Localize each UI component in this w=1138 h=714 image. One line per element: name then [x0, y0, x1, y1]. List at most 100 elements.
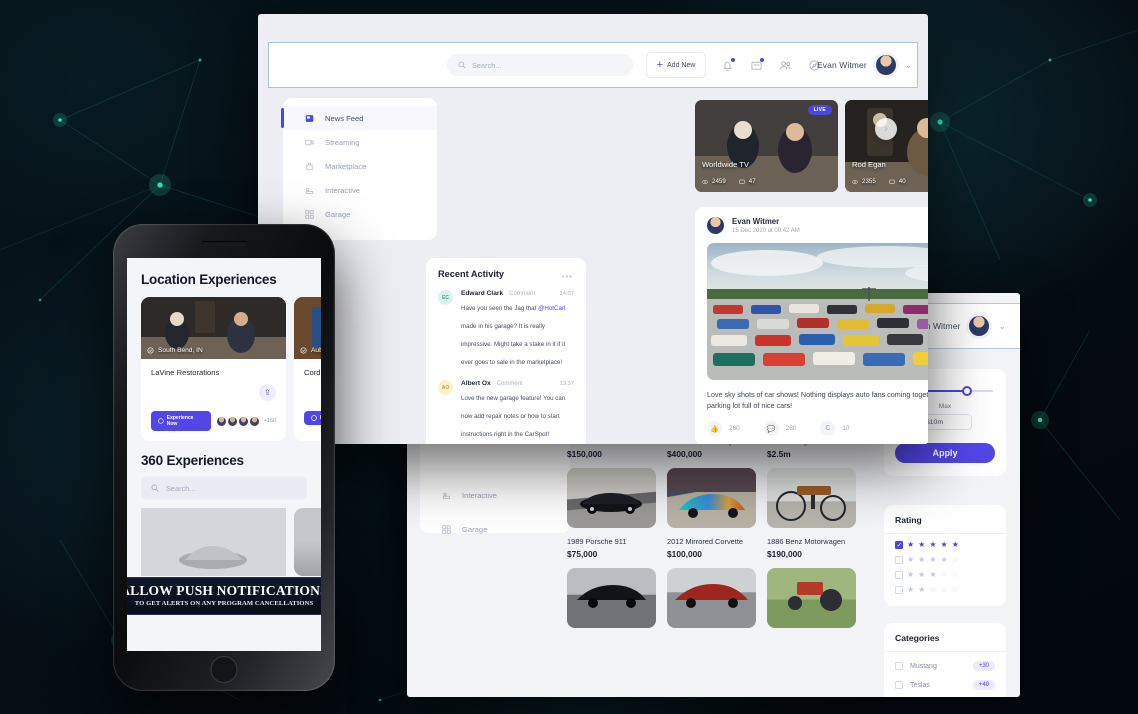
listing-card[interactable] — [567, 468, 656, 528]
listing-photo — [667, 568, 756, 628]
location-card[interactable]: Auburn, IN Cord ⇪ Experience Now — [294, 297, 321, 441]
listing-card[interactable]: 2012 Mirrored Corvette $100,000 — [667, 533, 756, 559]
category-checkbox[interactable] — [895, 662, 903, 670]
rating-row[interactable]: ★ ★ ★ ☆ ☆ — [895, 571, 995, 579]
search-input[interactable]: Search... — [447, 54, 633, 76]
listing-card[interactable]: 1886 Benz Motorwagen $190,000 — [767, 533, 856, 559]
360-card[interactable] — [141, 508, 286, 576]
360-card[interactable] — [294, 508, 321, 576]
activity-avatar: AO — [438, 380, 453, 395]
people-icon[interactable] — [779, 59, 792, 72]
360-experiences-title: 360 Experiences — [141, 453, 244, 468]
category-row[interactable]: Mustang +30 — [895, 661, 995, 671]
location-tag: Auburn, IN — [300, 347, 321, 354]
listing-card[interactable] — [667, 468, 756, 528]
star-icon: ★ — [951, 540, 959, 549]
phone-search-input[interactable]: Search... — [141, 477, 307, 499]
sidebar-item-garage[interactable]: Garage — [420, 518, 570, 541]
listing-card[interactable]: 1989 Porsche 911 $75,000 — [567, 533, 656, 559]
activity-text-before: Have you seen the Jag that — [461, 305, 539, 312]
sidebar: News Feed Streaming Marketplace Interact… — [281, 98, 437, 240]
location-card[interactable]: South Bend, IN LaVine Restorations ⇪ Exp… — [141, 297, 286, 441]
rating-checkbox[interactable] — [895, 571, 903, 579]
user-menu[interactable]: Evan Witmer ⌄ — [817, 55, 912, 75]
post-author: Evan Witmer — [732, 217, 780, 226]
like-action[interactable]: 👍 260 — [707, 421, 740, 437]
avatar[interactable] — [875, 55, 896, 75]
category-row[interactable]: Teslas +40 — [895, 680, 995, 690]
star-icon: ☆ — [929, 585, 937, 594]
rating-panel: Rating ★★★★★ ★★★★☆ ★★★☆☆ ★★☆☆☆ — [884, 505, 1006, 606]
message-icon[interactable] — [750, 57, 764, 72]
stream-card[interactable]: LIVE Worldwide TV 2459 47 — [695, 100, 838, 192]
like-count: 260 — [729, 425, 740, 433]
mention-link[interactable]: @HotCarl — [538, 305, 565, 312]
comment-action[interactable]: 💬 280 — [763, 421, 797, 437]
apply-button[interactable]: Apply — [895, 443, 995, 463]
comments-stat: 47 — [739, 178, 756, 185]
sidebar-item-interactive[interactable]: Interactive — [420, 484, 570, 507]
rating-checkbox[interactable] — [895, 556, 903, 564]
coin-action[interactable]: C 10 — [820, 421, 849, 437]
live-stream-carousel: LIVE Worldwide TV 2459 47 Rod Egan 2355 … — [695, 100, 928, 192]
push-notification-banner[interactable]: ALLOW PUSH NOTIFICATIONS TO GET ALERTS O… — [127, 576, 321, 615]
activity-avatar: EC — [438, 290, 453, 305]
rating-checkbox[interactable] — [895, 586, 903, 594]
eye-icon — [852, 179, 858, 184]
category-label: Mustang — [910, 662, 937, 670]
rating-row[interactable]: ★★★★★ — [895, 540, 995, 550]
rating-row[interactable]: ★ ★ ★ ★ ☆ — [895, 556, 995, 564]
category-label: Teslas — [910, 681, 930, 689]
sidebar-item-garage[interactable]: Garage — [283, 202, 437, 226]
sidebar-item-news-feed[interactable]: News Feed — [281, 106, 437, 130]
search-icon — [458, 61, 466, 69]
sidebar-item-label: Garage — [325, 209, 351, 219]
phone-home-button[interactable] — [210, 656, 238, 683]
rating-checkbox[interactable] — [895, 541, 903, 550]
category-checkbox[interactable] — [895, 681, 903, 689]
listing-card[interactable] — [567, 568, 656, 628]
stream-card[interactable]: LIVE Rod Egan 2355 40 — [845, 100, 928, 192]
sidebar-item-marketplace[interactable]: Marketplace — [283, 154, 437, 178]
experience-now-button[interactable]: Experience Now — [304, 411, 321, 425]
post-actions: 👍 260 💬 280 C 10 ⇪ — [707, 421, 928, 437]
listing-card[interactable] — [767, 568, 856, 628]
star-icon: ★ — [907, 570, 915, 579]
rating-row[interactable]: ★ ★ ☆ ☆ ☆ — [895, 586, 995, 594]
stream-title: Rod Egan — [852, 160, 886, 169]
follower-avatars: +160 — [216, 416, 276, 426]
avatar[interactable] — [707, 217, 724, 234]
share-icon[interactable]: ⇪ — [259, 384, 276, 401]
listing-card[interactable] — [767, 468, 856, 528]
follower-count: +160 — [263, 418, 276, 424]
avatar — [227, 416, 237, 426]
bell-icon[interactable] — [721, 57, 735, 72]
listing-price: $100,000 — [667, 549, 702, 559]
location-card-list: South Bend, IN LaVine Restorations ⇪ Exp… — [127, 287, 321, 441]
star-icon: ★ — [907, 540, 915, 549]
carousel-next-button[interactable]: › — [875, 118, 897, 140]
eye-icon — [702, 179, 708, 184]
activity-menu-icon[interactable]: ••• — [562, 272, 573, 281]
views-count: 2459 — [712, 178, 726, 185]
activity-author: Albert Ox — [461, 380, 491, 387]
star-icon: ☆ — [940, 570, 948, 579]
chevron-down-icon[interactable]: ⌄ — [905, 60, 913, 71]
push-banner-title: ALLOW PUSH NOTIFICATIONS — [127, 582, 321, 598]
views-count: 2355 — [862, 178, 876, 185]
chevron-down-icon[interactable]: ⌄ — [998, 321, 1006, 332]
listing-card[interactable] — [667, 568, 756, 628]
location-card-actions: ⇪ — [294, 377, 321, 411]
experience-now-button[interactable]: Experience Now — [151, 411, 211, 431]
add-new-button[interactable]: + Add New — [646, 52, 706, 78]
listing-price: $2.5m — [767, 449, 791, 459]
comment-count: 280 — [785, 425, 797, 433]
price-slider-knob[interactable] — [962, 386, 973, 396]
avatar[interactable] — [969, 316, 990, 336]
stream-stats: 2459 47 — [702, 178, 756, 185]
sidebar-item-interactive[interactable]: Interactive — [283, 178, 437, 202]
location-name: Auburn, IN — [311, 347, 321, 354]
location-photo: South Bend, IN — [141, 297, 286, 359]
sidebar-item-streaming[interactable]: Streaming — [283, 130, 437, 154]
location-card-footer: Experience Now — [294, 411, 321, 435]
